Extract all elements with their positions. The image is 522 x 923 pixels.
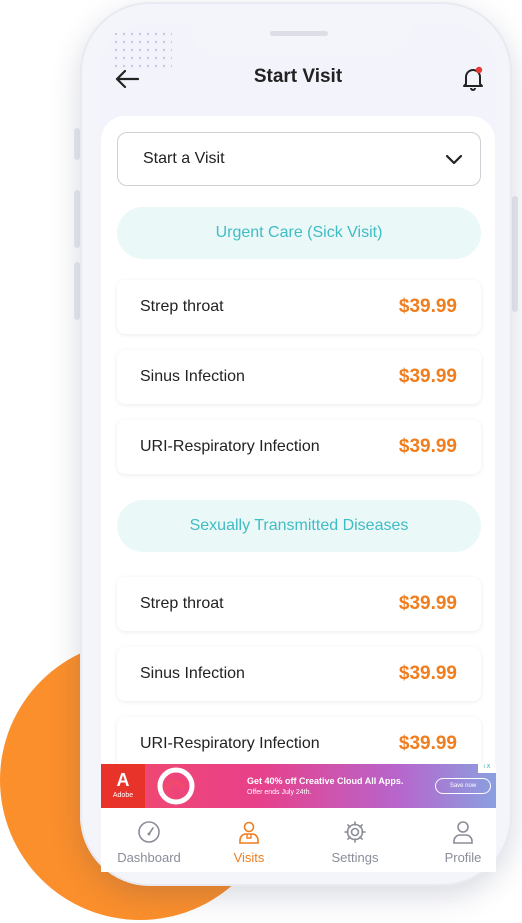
service-price: $39.99 (398, 663, 457, 684)
service-name: URI-Respiratory Infection (140, 735, 320, 752)
visit-type-select[interactable]: Start a Visit (117, 132, 481, 186)
service-price: $39.99 (398, 593, 457, 614)
gear-icon (344, 821, 366, 843)
tab-profile[interactable]: Profile (415, 820, 511, 865)
ad-headline: Get 40% off Creative Cloud All Apps. (247, 776, 404, 786)
stage: Start Visit Start a Visit Urgent Care (S… (0, 0, 522, 923)
phone-notch (192, 24, 410, 56)
tab-settings[interactable]: Settings (307, 820, 403, 865)
service-name: Sinus Infection (140, 665, 245, 682)
person-icon (453, 821, 473, 844)
tab-label: Visits (233, 850, 265, 865)
chevron-down-icon (445, 154, 463, 165)
app-header: Start Visit (100, 56, 496, 112)
adobe-logo-text: Adobe (112, 792, 134, 799)
ad-choices-icon[interactable]: i X (478, 764, 496, 773)
power-button (512, 196, 518, 312)
service-price: $39.99 (398, 436, 457, 457)
service-name: URI-Respiratory Infection (140, 438, 320, 455)
page-title: Start Visit (253, 66, 343, 87)
gauge-icon (138, 821, 160, 843)
service-row[interactable]: Sinus Infection $39.99 (117, 647, 481, 701)
tab-label: Profile (444, 850, 482, 865)
service-price: $39.99 (398, 366, 457, 387)
doctor-icon (239, 821, 259, 844)
service-row[interactable]: URI-Respiratory Infection $39.99 (117, 420, 481, 474)
service-name: Strep throat (140, 298, 224, 315)
section-header-std: Sexually Transmitted Diseases (117, 500, 481, 552)
notification-bell-icon[interactable] (460, 64, 486, 92)
ad-subline: Offer ends July 24th. (247, 789, 312, 796)
tab-dashboard[interactable]: Dashboard (101, 820, 197, 865)
service-price: $39.99 (398, 296, 457, 317)
ad-save-button[interactable]: Save now (435, 778, 491, 794)
content-panel: Start a Visit Urgent Care (Sick Visit) S… (101, 116, 495, 764)
service-row[interactable]: Sinus Infection $39.99 (117, 350, 481, 404)
ad-banner[interactable]: A Adobe Get 40% off Creative Cloud All A… (101, 764, 496, 808)
service-row[interactable]: URI-Respiratory Infection $39.99 (117, 717, 481, 764)
creative-cloud-icon (157, 767, 195, 805)
section-header-urgent-care: Urgent Care (Sick Visit) (117, 207, 481, 259)
service-row[interactable]: Strep throat $39.99 (117, 280, 481, 334)
adobe-logo-mark: A (116, 770, 130, 790)
tab-visits[interactable]: Visits (201, 820, 297, 865)
service-row[interactable]: Strep throat $39.99 (117, 577, 481, 631)
tab-label: Dashboard (117, 850, 181, 865)
service-name: Sinus Infection (140, 368, 245, 385)
tab-label: Settings (331, 850, 379, 865)
bottom-tab-bar: Dashboard Visits Settings Profile (101, 808, 496, 872)
service-name: Strep throat (140, 595, 224, 612)
speaker-grille (270, 31, 328, 36)
service-price: $39.99 (398, 733, 457, 754)
visit-type-select-value: Start a Visit (143, 150, 225, 167)
adobe-logo: A Adobe (101, 764, 145, 808)
